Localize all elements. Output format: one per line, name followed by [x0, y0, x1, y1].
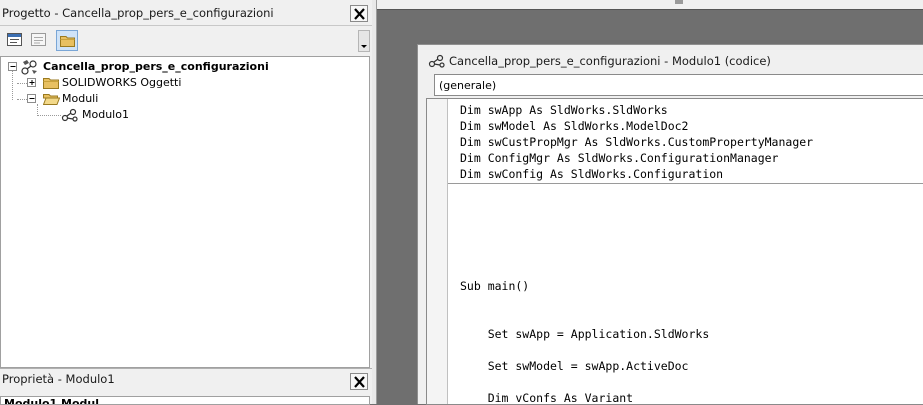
project-toolbar	[0, 27, 372, 55]
view-code-button[interactable]	[4, 30, 26, 51]
tree-item-label: Moduli	[62, 92, 99, 105]
code-window-titlebar[interactable]: Cancella_prop_pers_e_configurazioni - Mo…	[418, 45, 923, 74]
collapse-toggle[interactable]	[8, 62, 17, 71]
object-combo[interactable]: (generale)	[434, 74, 923, 96]
vba-project-icon	[21, 60, 37, 75]
view-object-icon	[31, 33, 46, 46]
code-line[interactable]: Dim swCustPropMgr As SldWorks.CustomProp…	[460, 135, 813, 149]
close-icon	[354, 8, 365, 20]
project-explorer-panel: Progetto - Cancella_prop_pers_e_configur…	[0, 0, 372, 368]
tree-item-label: Modulo1	[82, 108, 129, 121]
procedure-separator	[448, 183, 923, 184]
properties-panel-close-button[interactable]	[350, 373, 368, 390]
code-line[interactable]: Set swApp = Application.SldWorks	[460, 327, 710, 341]
code-window-title: Cancella_prop_pers_e_configurazioni - Mo…	[449, 54, 771, 68]
close-icon	[354, 376, 365, 388]
plus-icon	[29, 80, 35, 85]
code-line[interactable]: Dim swConfig As SldWorks.Configuration	[460, 167, 723, 181]
project-panel-title: Progetto - Cancella_prop_pers_e_configur…	[2, 6, 274, 20]
minus-icon	[29, 98, 35, 99]
project-tree: Cancella_prop_pers_e_configurazioni SOLI…	[0, 56, 370, 368]
view-code-icon	[7, 33, 22, 46]
code-editor[interactable]: Dim swApp As SldWorks.SldWorks Dim swMod…	[426, 98, 923, 405]
code-line[interactable]: Set swModel = swApp.ActiveDoc	[460, 359, 689, 373]
code-line[interactable]: Dim ConfigMgr As SldWorks.ConfigurationM…	[460, 151, 779, 165]
module-icon	[61, 108, 78, 122]
panel-splitter[interactable]	[372, 0, 377, 404]
object-combo-value: (generale)	[439, 79, 497, 92]
window-edge-notch	[675, 0, 683, 4]
code-window: Cancella_prop_pers_e_configurazioni - Mo…	[417, 44, 923, 405]
project-panel-close-button[interactable]	[350, 5, 368, 22]
tree-item-label: Cancella_prop_pers_e_configurazioni	[43, 60, 269, 73]
tree-item-solidworks-objects[interactable]: SOLIDWORKS Oggetti	[1, 75, 369, 91]
view-object-button[interactable]	[28, 30, 50, 51]
expand-toggle[interactable]	[27, 78, 36, 87]
code-line[interactable]: Dim swApp As SldWorks.SldWorks	[460, 103, 668, 117]
tree-item-modules[interactable]: Moduli	[1, 91, 369, 107]
folder-icon	[43, 78, 59, 89]
toggle-folders-button[interactable]	[56, 30, 78, 51]
code-line[interactable]: Dim swModel As SldWorks.ModelDoc2	[460, 119, 688, 133]
properties-panel-titlebar[interactable]: Proprietà - Modulo1	[0, 369, 372, 395]
code-line[interactable]: Dim vConfs As Variant	[460, 391, 633, 404]
tree-item-project[interactable]: Cancella_prop_pers_e_configurazioni	[1, 59, 369, 75]
module-icon	[428, 54, 445, 68]
tree-item-label: SOLIDWORKS Oggetti	[62, 76, 182, 89]
folder-open-icon	[43, 94, 60, 105]
chevron-down-icon	[361, 45, 367, 48]
tree-item-module1[interactable]: Modulo1	[1, 107, 369, 123]
project-panel-titlebar[interactable]: Progetto - Cancella_prop_pers_e_configur…	[0, 0, 372, 26]
margin-indicator-bar[interactable]	[427, 99, 448, 404]
mdi-top-strip	[377, 0, 923, 10]
properties-panel-title: Proprietà - Modulo1	[2, 372, 115, 386]
folder-icon	[60, 36, 75, 47]
code-line[interactable]: Sub main()	[460, 279, 529, 293]
properties-panel: Proprietà - Modulo1 Modulo1 Modul	[0, 368, 372, 405]
toolbar-overflow-scroll[interactable]	[358, 30, 370, 52]
collapse-toggle[interactable]	[27, 94, 36, 103]
minus-icon	[10, 66, 16, 67]
